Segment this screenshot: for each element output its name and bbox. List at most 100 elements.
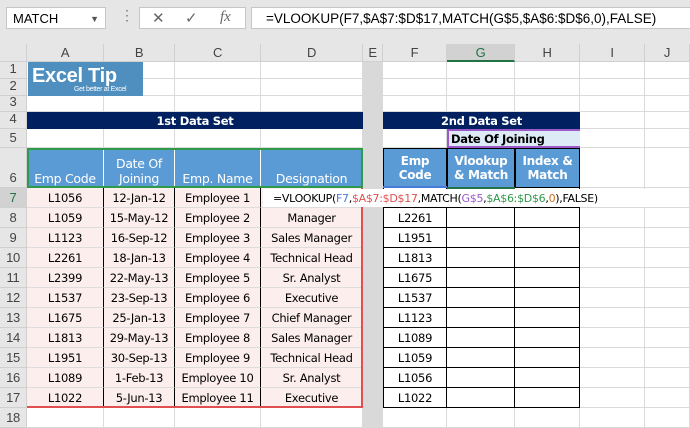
column-header-D[interactable]: D bbox=[261, 44, 363, 62]
grid-cell[interactable] bbox=[363, 248, 383, 268]
column-header-H[interactable]: H bbox=[515, 44, 580, 62]
grid-cell[interactable] bbox=[104, 408, 175, 428]
table1-cell[interactable]: 16-Sep-12 bbox=[104, 228, 175, 248]
table1-cell[interactable]: Sales Manager bbox=[261, 328, 363, 348]
table1-cell[interactable]: Technical Head bbox=[261, 248, 363, 268]
table1-cell[interactable]: Employee 6 bbox=[175, 288, 261, 308]
column-header-A[interactable]: A bbox=[27, 44, 104, 62]
grid-cell[interactable] bbox=[363, 348, 383, 368]
table1-cell[interactable]: 23-Sep-13 bbox=[104, 288, 175, 308]
grid-cell[interactable] bbox=[383, 408, 447, 428]
table1-cell[interactable]: 5-Jun-13 bbox=[104, 388, 175, 408]
name-box[interactable]: MATCH ▼ bbox=[6, 7, 106, 29]
grid-cell[interactable] bbox=[580, 228, 645, 248]
grid-cell[interactable] bbox=[447, 62, 515, 79]
grid-cell[interactable] bbox=[175, 62, 261, 79]
table2-emp-code[interactable]: L1537 bbox=[383, 288, 447, 308]
grid-cell[interactable] bbox=[515, 62, 580, 79]
grid-cell[interactable] bbox=[261, 408, 363, 428]
grid-cell[interactable] bbox=[645, 62, 690, 79]
table1-cell[interactable]: Executive bbox=[261, 388, 363, 408]
table2-header[interactable]: Emp Code bbox=[383, 148, 447, 188]
table1-cell[interactable]: Chief Manager bbox=[261, 308, 363, 328]
grid-cell[interactable] bbox=[645, 248, 690, 268]
table1-cell[interactable]: Employee 1 bbox=[175, 188, 261, 208]
table1-header[interactable]: Date Of Joining bbox=[104, 148, 175, 188]
column-header-G[interactable]: G bbox=[447, 44, 515, 62]
table2-emp-code[interactable]: L2261 bbox=[383, 208, 447, 228]
grid-cell[interactable] bbox=[580, 129, 645, 148]
table1-cell[interactable]: Employee 5 bbox=[175, 268, 261, 288]
grid-cell[interactable] bbox=[515, 79, 580, 96]
table2-index-cell[interactable] bbox=[515, 208, 580, 228]
table1-cell[interactable]: L1089 bbox=[27, 368, 104, 388]
grid-cell[interactable] bbox=[580, 268, 645, 288]
grid-cell[interactable] bbox=[363, 388, 383, 408]
cancel-icon[interactable]: ✕ bbox=[152, 9, 165, 27]
chevron-down-icon[interactable]: ▼ bbox=[90, 8, 99, 30]
row-header-1[interactable]: 1 bbox=[0, 61, 27, 79]
grid-cell[interactable] bbox=[363, 79, 383, 96]
grid-cell[interactable] bbox=[645, 79, 690, 96]
grid-cell[interactable] bbox=[580, 368, 645, 388]
grid-cell[interactable] bbox=[645, 288, 690, 308]
grid-cell[interactable] bbox=[580, 62, 645, 79]
grid-cell[interactable] bbox=[645, 148, 690, 188]
table1-cell[interactable]: 12-Jan-12 bbox=[104, 188, 175, 208]
grid-cell[interactable] bbox=[383, 79, 447, 96]
grid-cell[interactable] bbox=[645, 328, 690, 348]
row-header-15[interactable]: 15 bbox=[0, 348, 27, 368]
table1-cell[interactable]: Employee 8 bbox=[175, 328, 261, 348]
grid-cell[interactable] bbox=[383, 96, 447, 112]
table2-index-cell[interactable] bbox=[515, 228, 580, 248]
grid-cell[interactable] bbox=[580, 328, 645, 348]
table1-cell[interactable]: L2399 bbox=[27, 268, 104, 288]
table1-cell[interactable]: Employee 7 bbox=[175, 308, 261, 328]
table2-emp-code[interactable]: L1123 bbox=[383, 308, 447, 328]
grid-cell[interactable] bbox=[363, 268, 383, 288]
table2-index-cell[interactable] bbox=[515, 308, 580, 328]
table1-cell[interactable]: Employee 2 bbox=[175, 208, 261, 228]
row-header-13[interactable]: 13 bbox=[0, 308, 27, 328]
grid-cell[interactable] bbox=[515, 96, 580, 112]
table1-cell[interactable]: Executive bbox=[261, 288, 363, 308]
grid-cell[interactable] bbox=[261, 96, 363, 112]
table2-header[interactable]: Vlookup & Match bbox=[447, 148, 515, 188]
table1-cell[interactable]: 22-May-13 bbox=[104, 268, 175, 288]
grid-cell[interactable] bbox=[363, 288, 383, 308]
grid-cell[interactable] bbox=[363, 112, 383, 129]
table2-index-cell[interactable] bbox=[515, 268, 580, 288]
table1-cell[interactable]: Manager bbox=[261, 208, 363, 228]
row-header-4[interactable]: 4 bbox=[0, 111, 27, 129]
table2-index-cell[interactable] bbox=[515, 388, 580, 408]
grid-cell[interactable] bbox=[580, 348, 645, 368]
row-header-9[interactable]: 9 bbox=[0, 228, 27, 248]
table1-cell[interactable]: 1-Feb-13 bbox=[104, 368, 175, 388]
grid-cell[interactable] bbox=[645, 208, 690, 228]
table2-emp-code[interactable]: L1089 bbox=[383, 328, 447, 348]
row-header-14[interactable]: 14 bbox=[0, 328, 27, 348]
grid-cell[interactable] bbox=[363, 408, 383, 428]
table2-emp-code[interactable]: L1056 bbox=[383, 368, 447, 388]
grid-cell[interactable] bbox=[363, 208, 383, 228]
grid-cell[interactable] bbox=[447, 79, 515, 96]
table2-emp-code[interactable]: L1675 bbox=[383, 268, 447, 288]
table2-index-cell[interactable] bbox=[515, 328, 580, 348]
grid-cell[interactable] bbox=[27, 129, 104, 148]
column-header-E[interactable]: E bbox=[363, 44, 383, 62]
table1-header[interactable]: Emp Code bbox=[27, 148, 104, 188]
grid-cell[interactable] bbox=[645, 308, 690, 328]
table1-cell[interactable]: L1537 bbox=[27, 288, 104, 308]
table1-header[interactable]: Designation bbox=[261, 148, 363, 188]
grid-cell[interactable] bbox=[363, 148, 383, 188]
table1-cell[interactable]: Employee 4 bbox=[175, 248, 261, 268]
g5-date-of-joining[interactable]: Date Of Joining bbox=[447, 129, 580, 148]
table1-cell[interactable]: Sr. Analyst bbox=[261, 268, 363, 288]
grid-cell[interactable] bbox=[175, 96, 261, 112]
table1-cell[interactable]: L1059 bbox=[27, 208, 104, 228]
grid-cell[interactable] bbox=[580, 248, 645, 268]
grid-cell[interactable] bbox=[363, 129, 383, 148]
row-header-11[interactable]: 11 bbox=[0, 268, 27, 288]
grid-cell[interactable] bbox=[645, 388, 690, 408]
grid-cell[interactable] bbox=[580, 79, 645, 96]
